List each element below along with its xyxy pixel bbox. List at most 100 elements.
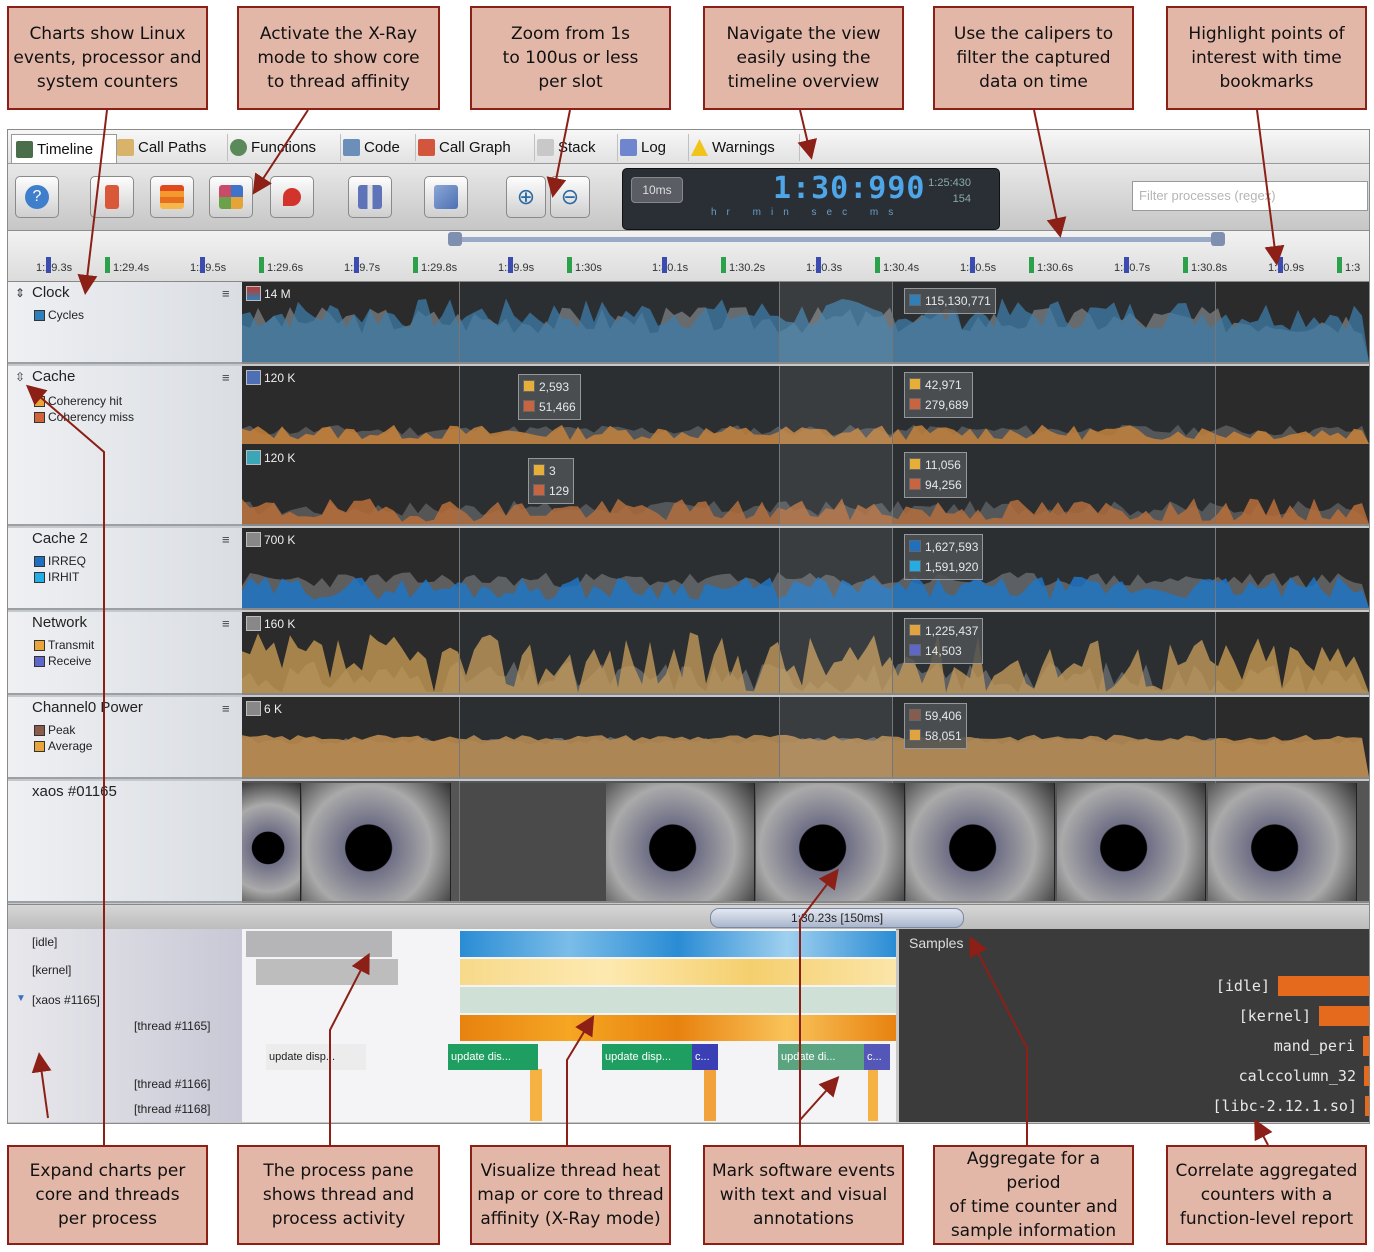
caliper-right-handle[interactable] xyxy=(1211,232,1225,246)
zoom-out-button[interactable]: ⊖ xyxy=(550,176,590,218)
tab-call-graph[interactable]: Call Graph xyxy=(414,134,535,161)
time-bookmark[interactable] xyxy=(1029,257,1034,273)
drag-handle-icon[interactable]: ≡ xyxy=(222,616,230,631)
xray-button[interactable] xyxy=(209,176,253,218)
legend-item: IRHIT xyxy=(34,570,79,584)
time-bookmark[interactable] xyxy=(875,257,880,273)
code-icon xyxy=(343,139,360,156)
bookmark-button[interactable] xyxy=(90,176,134,218)
chart-plot-cache[interactable]: 120 K 120 K 2,593 51,466 42,971 279,689 31… xyxy=(242,366,1369,526)
screenshot-thumbnail[interactable] xyxy=(606,783,755,901)
sample-row[interactable]: [idle] xyxy=(1216,975,1369,997)
expand-triangle-icon[interactable]: ▼ xyxy=(16,993,26,1004)
thread-row-1165[interactable]: [thread #1165] xyxy=(134,1019,211,1033)
process-activity-bar[interactable] xyxy=(460,931,896,957)
sample-row[interactable]: mand_peri xyxy=(1274,1035,1369,1057)
screenshot-thumbnail[interactable] xyxy=(302,783,451,901)
screenshot-thumbnail[interactable] xyxy=(756,783,905,901)
heatmap-button[interactable] xyxy=(150,176,194,218)
time-bookmark[interactable] xyxy=(1124,257,1129,273)
software-event-marker[interactable]: update di... xyxy=(778,1044,864,1070)
caliper-range[interactable] xyxy=(453,237,1221,242)
time-bookmark[interactable] xyxy=(259,257,264,273)
sample-row[interactable]: calccolumn_32 xyxy=(1239,1065,1369,1087)
time-bookmark[interactable] xyxy=(1183,257,1188,273)
chart-plot-clock[interactable]: 14 M 115,130,771 xyxy=(242,282,1369,364)
ruler-tick-label: 1:29.9s xyxy=(498,262,535,274)
process-filter-input[interactable]: Filter processes (regex) xyxy=(1132,181,1368,211)
time-bookmark[interactable] xyxy=(354,257,359,273)
zoom-level-button[interactable]: 10ms xyxy=(631,177,683,203)
visual-annotation-strip[interactable] xyxy=(242,781,1369,903)
time-bookmark[interactable] xyxy=(567,257,572,273)
drag-handle-icon[interactable]: ≡ xyxy=(222,370,230,385)
caliper-left-handle[interactable] xyxy=(448,232,462,246)
pin-button[interactable] xyxy=(270,176,314,218)
sample-function-name: mand_peri xyxy=(1273,1037,1355,1055)
drag-handle-icon[interactable]: ≡ xyxy=(222,286,230,301)
expand-toggle-icon[interactable]: ⇳ xyxy=(15,370,25,384)
software-event-marker[interactable]: c... xyxy=(692,1044,718,1070)
timeline-ruler[interactable]: 1:29.3s 1:29.4s 1:29.5s 1:29.6s 1:29.7s 1:29.… xyxy=(8,231,1369,282)
tab-warnings[interactable]: Warnings xyxy=(687,134,800,161)
time-bookmark[interactable] xyxy=(200,257,205,273)
drag-handle-icon[interactable]: ≡ xyxy=(222,532,230,547)
time-bookmark[interactable] xyxy=(721,257,726,273)
tab-code[interactable]: Code xyxy=(339,134,416,161)
time-bookmark[interactable] xyxy=(413,257,418,273)
process-row-kernel[interactable]: [kernel] xyxy=(32,963,71,977)
time-bookmark[interactable] xyxy=(46,257,51,273)
expand-toggle-icon[interactable]: ⇕ xyxy=(15,286,25,300)
screenshot-thumbnail[interactable] xyxy=(1057,783,1206,901)
time-bookmark[interactable] xyxy=(1337,257,1342,273)
thread-row-1168[interactable]: [thread #1168] xyxy=(134,1102,211,1116)
screenshot-thumbnail[interactable] xyxy=(460,783,609,901)
zoom-in-button[interactable]: ⊕ xyxy=(506,176,546,218)
drag-handle-icon[interactable]: ≡ xyxy=(222,701,230,716)
chart-plot-network[interactable]: 160 K 1,225,437 14,503 xyxy=(242,612,1369,695)
arrow xyxy=(1254,1118,1273,1146)
thread-heat-bar[interactable] xyxy=(704,1069,716,1121)
screenshot-thumbnail[interactable] xyxy=(242,783,301,901)
sample-row[interactable]: [libc-2.12.1.so] xyxy=(1213,1095,1369,1117)
time-bookmark[interactable] xyxy=(1278,257,1283,273)
time-bookmark[interactable] xyxy=(970,257,975,273)
split-icon xyxy=(358,185,382,209)
chart-plot-power[interactable]: 6 K 59,406 58,051 xyxy=(242,697,1369,779)
process-row-xaos[interactable]: [xaos #1165] xyxy=(32,993,100,1007)
tab-stack[interactable]: Stack xyxy=(533,134,618,161)
software-event-marker[interactable]: update dis... xyxy=(448,1044,538,1070)
ruler-tick-label: 1:29.4s xyxy=(113,262,150,274)
selection-range-label[interactable]: 1:30.23s [150ms] xyxy=(710,908,964,928)
chart-plot-cache2[interactable]: 700 K 1,627,593 1,591,920 xyxy=(242,528,1369,610)
time-bookmark[interactable] xyxy=(816,257,821,273)
tab-log[interactable]: Log xyxy=(616,134,689,161)
help-button[interactable]: ? xyxy=(15,176,59,218)
software-event-marker[interactable]: update disp... xyxy=(602,1044,692,1070)
tab-timeline[interactable]: Timeline xyxy=(11,134,117,163)
process-activity-bar[interactable] xyxy=(246,931,392,957)
split-view-button[interactable] xyxy=(348,176,392,218)
tab-functions[interactable]: Functions xyxy=(226,134,341,161)
thread-heat-bar[interactable] xyxy=(460,1015,896,1041)
sample-row[interactable]: [kernel] xyxy=(1239,1005,1369,1027)
process-row-idle[interactable]: [idle] xyxy=(32,935,57,949)
toolbar: ? ⊕ ⊖ 10ms 1:30:990 hr min sec ms 1:25:4… xyxy=(8,164,1369,231)
pane-splitter[interactable]: 1:30.23s [150ms] xyxy=(8,904,1369,930)
process-activity-bar[interactable] xyxy=(460,987,896,1013)
software-event-marker[interactable]: update disp... xyxy=(266,1044,366,1070)
thread-heat-bar[interactable] xyxy=(868,1069,878,1121)
thread-row-1166[interactable]: [thread #1166] xyxy=(134,1077,211,1091)
software-event-marker[interactable]: c... xyxy=(864,1044,890,1070)
screenshot-thumbnail[interactable] xyxy=(906,783,1055,901)
time-bookmark[interactable] xyxy=(662,257,667,273)
process-activity-bar[interactable] xyxy=(256,959,398,985)
tab-call-paths[interactable]: Call Paths xyxy=(113,134,228,161)
process-activity-bar[interactable] xyxy=(460,959,896,985)
time-bookmark[interactable] xyxy=(508,257,513,273)
time-bookmark[interactable] xyxy=(105,257,110,273)
thread-heat-bar[interactable] xyxy=(530,1069,542,1121)
screenshot-thumbnail[interactable] xyxy=(1208,783,1357,901)
callout-overview: Navigate the view easily using the timel… xyxy=(703,6,904,110)
annotate-button[interactable] xyxy=(424,176,468,218)
